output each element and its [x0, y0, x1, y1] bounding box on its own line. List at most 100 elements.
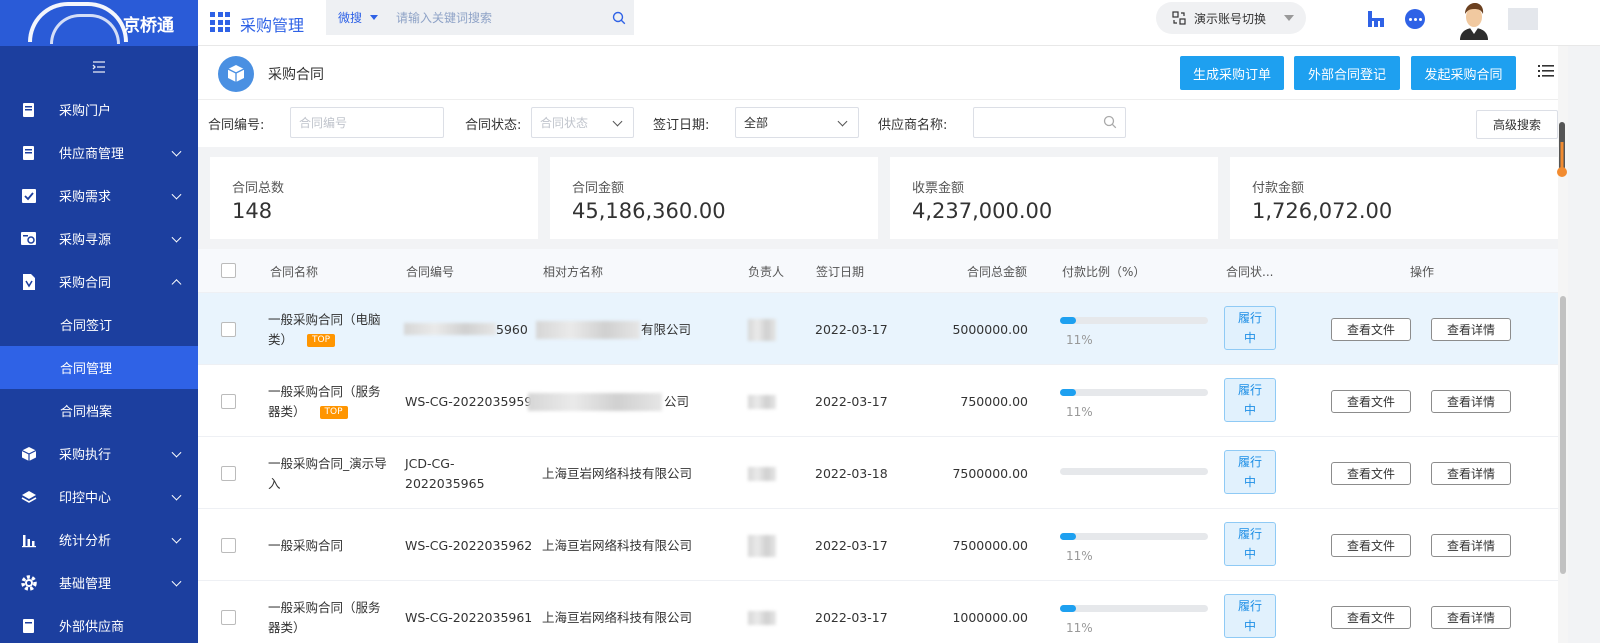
external-contract-register-button[interactable]: 外部合同登记	[1294, 56, 1400, 90]
view-detail-button[interactable]: 查看详情	[1431, 462, 1511, 485]
search-type-select[interactable]: 微搜	[326, 9, 396, 26]
contract-number: JCD-CG- 2022035965	[405, 454, 535, 494]
app-grid-icon[interactable]	[210, 12, 230, 32]
status-line: 履行	[1237, 527, 1262, 541]
table-row[interactable]: 一般采购合同 WS-CG-2022035962 上海亘岩网络科技有限公司 2022-0…	[198, 509, 1560, 581]
cube-icon	[20, 445, 38, 463]
status-badge[interactable]: 履行中	[1224, 306, 1276, 350]
status-line: 中	[1243, 403, 1256, 417]
th-pay-ratio: 付款比例（%）	[1062, 265, 1146, 279]
brand-logo[interactable]: 京桥通	[0, 0, 198, 46]
chevron-down-icon	[171, 146, 182, 157]
start-contract-button[interactable]: 发起采购合同	[1411, 56, 1516, 90]
view-detail-button[interactable]: 查看详情	[1431, 390, 1511, 413]
sidebar-item-basic[interactable]: 基础管理	[0, 561, 198, 604]
chevron-up-icon	[171, 278, 182, 289]
top-badge: TOP	[307, 334, 336, 347]
search-icon[interactable]	[604, 11, 634, 25]
contract-name[interactable]: 一般采购合同（服务 器类） TOP	[268, 382, 398, 422]
sidebar-subitem-contract-sign[interactable]: 合同签订	[0, 303, 198, 346]
status-badge[interactable]: 履行中	[1224, 522, 1276, 566]
select-all-checkbox[interactable]	[221, 263, 236, 278]
contract-name-line: 一般采购合同_演示导	[268, 456, 387, 471]
status-badge-text: 履行中	[1238, 380, 1262, 420]
sidebar-item-external-supplier[interactable]: 外部供应商	[0, 604, 198, 643]
account-switch-button[interactable]: 演示账号切换	[1156, 2, 1306, 34]
sidebar-item-label: 采购寻源	[59, 233, 112, 248]
stat-value: 45,186,360.00	[572, 199, 726, 223]
row-checkbox[interactable]	[221, 322, 236, 337]
table-row[interactable]: 一般采购合同（服务 器类） TOP WS-CG-2022035959 公司 2022-03…	[198, 365, 1560, 437]
list-view-icon[interactable]	[1538, 64, 1554, 78]
bar-chart-icon	[20, 531, 38, 549]
status-select[interactable]: 合同状态	[531, 107, 634, 138]
pay-ratio-text: 11%	[1066, 333, 1093, 347]
chevron-down-icon	[171, 447, 182, 458]
status-badge[interactable]: 履行中	[1224, 378, 1276, 422]
view-detail-button[interactable]: 查看详情	[1431, 534, 1511, 557]
status-badge[interactable]: 履行中	[1224, 594, 1276, 638]
view-file-button[interactable]: 查看文件	[1331, 606, 1411, 629]
status-badge[interactable]: 履行中	[1224, 450, 1276, 494]
search-input[interactable]	[396, 10, 604, 25]
row-checkbox[interactable]	[221, 394, 236, 409]
sidebar-item-label: 采购执行	[59, 448, 112, 463]
sidebar-item-sourcing[interactable]: 采购寻源	[0, 217, 198, 260]
contract-name[interactable]: 一般采购合同	[268, 536, 398, 556]
row-checkbox[interactable]	[221, 466, 236, 481]
contract-name[interactable]: 一般采购合同_演示导入	[268, 454, 398, 494]
sidebar-item-label: 统计分析	[59, 534, 112, 549]
generate-order-button[interactable]: 生成采购订单	[1180, 56, 1284, 90]
pay-ratio-text: 11%	[1066, 621, 1093, 635]
contract-number: WS-CG-2022035962	[405, 536, 535, 556]
page-header: 采购合同 生成采购订单 外部合同登记 发起采购合同	[198, 46, 1568, 100]
more-icon[interactable]	[1405, 9, 1425, 29]
view-file-button[interactable]: 查看文件	[1331, 462, 1411, 485]
sidebar-subitem-contract-archive[interactable]: 合同档案	[0, 389, 198, 432]
chevron-down-icon	[171, 232, 182, 243]
view-file-button[interactable]: 查看文件	[1331, 534, 1411, 557]
sidebar-item-seal[interactable]: 印控中心	[0, 475, 198, 518]
sidebar-item-contract[interactable]: 采购合同	[0, 260, 198, 303]
row-checkbox[interactable]	[221, 610, 236, 625]
sidebar-item-demand[interactable]: 采购需求	[0, 174, 198, 217]
contract-name-line: 一般采购合同（电脑	[268, 312, 381, 327]
org-structure-icon[interactable]	[1367, 10, 1385, 32]
contract-name[interactable]: 一般采购合同（电脑 类） TOP	[268, 310, 398, 350]
contract-number-line: 2022035965	[405, 476, 485, 491]
sidebar-item-execution[interactable]: 采购执行	[0, 432, 198, 475]
avatar[interactable]	[1454, 0, 1494, 40]
sidebar-item-label: 采购合同	[59, 276, 112, 291]
sidebar-item-analytics[interactable]: 统计分析	[0, 518, 198, 561]
table-row[interactable]: 一般采购合同（电脑 类） TOP 5960 有限公司 2022-03-17 5000000.…	[198, 293, 1560, 365]
global-search: 微搜	[326, 0, 634, 35]
table-row[interactable]: 一般采购合同_演示导入 JCD-CG- 2022035965 上海亘岩网络科技有限公司…	[198, 437, 1560, 509]
status-label: 合同状态:	[465, 118, 522, 133]
sidebar-item-portal[interactable]: 采购门户	[0, 88, 198, 131]
chevron-down-icon	[837, 116, 848, 127]
th-amount: 合同总金额	[967, 265, 1028, 279]
stat-value: 148	[232, 199, 273, 223]
scrollbar-thumb[interactable]	[1560, 296, 1566, 574]
sidebar-item-supplier[interactable]: 供应商管理	[0, 131, 198, 174]
status-line: 中	[1243, 619, 1256, 633]
user-name-blurred[interactable]	[1508, 8, 1538, 30]
contract-name[interactable]: 一般采购合同（服务 器类）	[268, 598, 398, 638]
contract-no-input[interactable]: 合同编号	[290, 107, 444, 138]
sign-date-select[interactable]: 全部	[735, 107, 859, 138]
advanced-search-button[interactable]: 高级搜索	[1476, 110, 1558, 139]
collapse-menu-icon[interactable]	[0, 46, 198, 88]
sidebar-item-label: 采购门户	[59, 104, 112, 119]
scroll-indicator-icon[interactable]	[1557, 122, 1567, 178]
row-checkbox[interactable]	[221, 538, 236, 553]
contract-name-line: 器类）	[268, 404, 306, 419]
sidebar-item-label: 供应商管理	[59, 147, 125, 162]
table-row[interactable]: 一般采购合同（服务 器类） WS-CG-2022035961 上海亘岩网络科技有限公司…	[198, 581, 1560, 643]
view-file-button[interactable]: 查看文件	[1331, 390, 1411, 413]
brand-name: 京桥通	[123, 15, 174, 36]
view-detail-button[interactable]: 查看详情	[1431, 606, 1511, 629]
sidebar-subitem-contract-manage[interactable]: 合同管理	[0, 346, 198, 389]
supplier-input[interactable]	[973, 107, 1126, 138]
view-detail-button[interactable]: 查看详情	[1431, 318, 1511, 341]
view-file-button[interactable]: 查看文件	[1331, 318, 1411, 341]
